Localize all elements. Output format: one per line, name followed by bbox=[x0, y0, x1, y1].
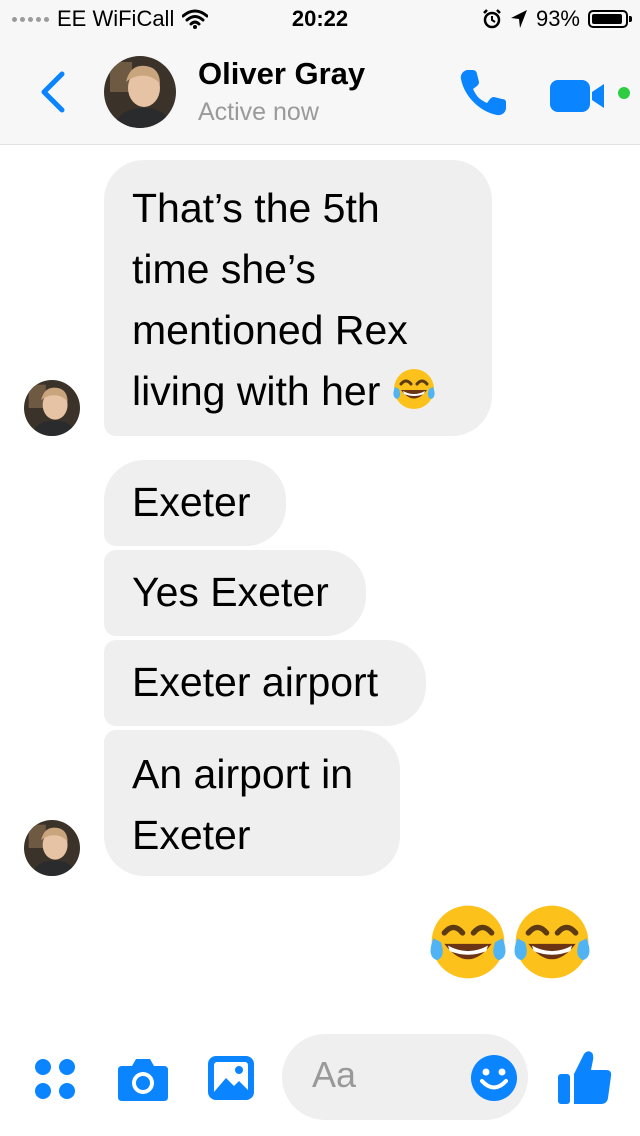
status-bar: EE WiFiCall 20:22 93% bbox=[0, 0, 640, 40]
avatar-photo bbox=[104, 56, 176, 128]
message-bubble[interactable]: An airport in Exeter bbox=[104, 730, 400, 876]
apps-grid-icon[interactable] bbox=[30, 1054, 80, 1104]
online-indicator bbox=[618, 87, 630, 99]
contact-name: Oliver Gray bbox=[198, 56, 366, 91]
composer-bar: Aa bbox=[0, 1020, 640, 1136]
thumbs-up-icon[interactable] bbox=[556, 1048, 614, 1108]
message-text: Exeter airport bbox=[132, 659, 379, 705]
conversation-header: Oliver Gray Active now bbox=[0, 40, 640, 145]
status-right: 93% bbox=[482, 6, 632, 32]
message-bubble[interactable]: Exeter airport bbox=[104, 640, 426, 726]
alarm-icon bbox=[483, 9, 501, 29]
message-bubble[interactable]: That’s the 5th time she’s mentioned Rex … bbox=[104, 160, 492, 436]
message-bubble[interactable]: Yes Exeter bbox=[104, 550, 366, 636]
battery-percentage: 93% bbox=[535, 6, 580, 31]
gallery-icon[interactable] bbox=[206, 1052, 256, 1104]
message-text: An airport in Exeter bbox=[132, 751, 354, 858]
message-text: That’s the 5th time she’s mentioned Rex … bbox=[132, 185, 408, 414]
sender-avatar[interactable] bbox=[24, 380, 80, 436]
input-placeholder: Aa bbox=[312, 1054, 357, 1095]
message-input[interactable]: Aa bbox=[282, 1034, 528, 1120]
avatar-photo bbox=[24, 380, 80, 436]
sender-avatar[interactable] bbox=[24, 820, 80, 876]
face-with-tears-of-joy-icon bbox=[393, 369, 435, 409]
avatar-photo bbox=[24, 820, 80, 876]
battery-icon bbox=[588, 10, 632, 28]
face-with-tears-of-joy-icon bbox=[514, 905, 590, 979]
sent-emoji-message[interactable] bbox=[428, 902, 592, 982]
camera-icon[interactable] bbox=[116, 1054, 170, 1104]
message-text: Yes Exeter bbox=[132, 569, 329, 615]
back-chevron-icon[interactable] bbox=[34, 68, 74, 116]
message-text: Exeter bbox=[132, 479, 251, 525]
activity-status: Active now bbox=[198, 98, 319, 126]
contact-avatar[interactable] bbox=[104, 56, 176, 128]
message-bubble[interactable]: Exeter bbox=[104, 460, 286, 546]
phone-icon[interactable] bbox=[456, 66, 510, 120]
face-with-tears-of-joy-icon bbox=[430, 905, 506, 979]
emoji-smiley-icon[interactable] bbox=[470, 1054, 518, 1102]
location-arrow-icon bbox=[510, 10, 527, 28]
video-camera-icon[interactable] bbox=[550, 76, 612, 116]
